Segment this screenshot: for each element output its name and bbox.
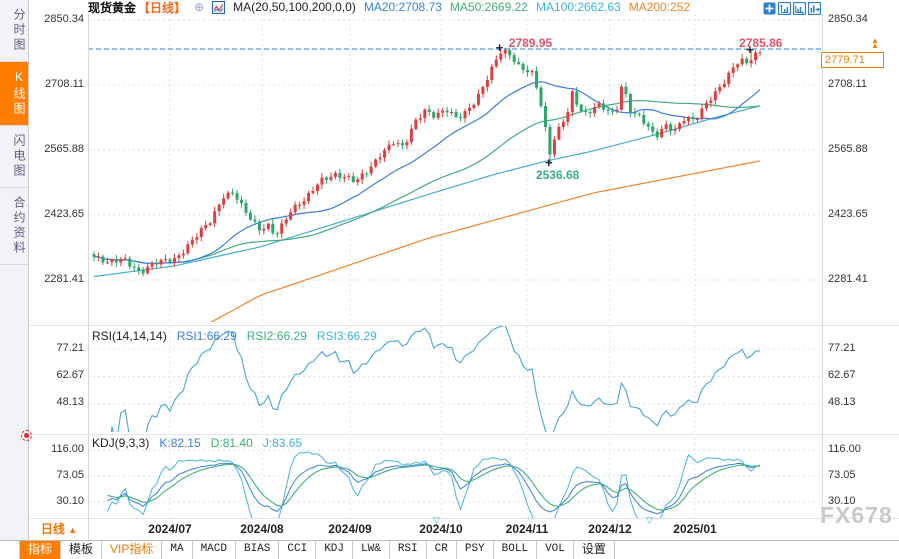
x-tick-label: 2025/01 [663,522,727,536]
kdj-j-value: J:83.65 [263,436,302,450]
bottom-tab[interactable]: BIAS [236,541,279,559]
kdj-tick-label: 30.10 [30,495,84,507]
ma-settings-label: MA(20,50,100,200,0,0) [233,0,356,14]
rsi-header: RSI(14,14,14) RSI1:66.29 RSI2:66.29 RSI3… [92,329,377,343]
kdj-tick-label: 73.05 [828,469,894,481]
price-tick-label: 2281.41 [828,273,894,285]
kdj-tick-label: 116.00 [828,443,894,455]
price-tick-label: 2850.34 [30,13,84,25]
price-up-arrow-icon: ▲ ▲ [871,38,879,48]
watermark: FX678 [820,502,893,529]
timeframe-selector[interactable]: 日线 ▲ [30,518,88,540]
price-tick-label: 2565.88 [30,143,84,155]
bottom-tab[interactable]: CCI [279,541,316,559]
high2-annotation: 2785.86 [739,36,782,50]
price-tick-label: 2423.65 [30,208,84,220]
sidebar-item[interactable]: 分时图 [0,0,28,62]
sidebar-item[interactable]: K线图 [0,62,28,126]
kdj-d-value: D:81.40 [211,436,253,450]
bottom-tab[interactable]: RSI [390,541,427,559]
chart-header: 现货黄金 【日线】 ⊕ MA(20,50,100,200,0,0) MA20:2… [88,0,690,14]
bottom-tab[interactable]: BOLL [494,541,537,559]
x-tick-label: 2024/10 [409,522,473,536]
rsi3-value: RSI3:66.29 [317,329,377,343]
candles-layer [93,48,762,277]
kdj-title[interactable]: KDJ(9,3,3) [92,436,149,450]
bottom-tab[interactable]: 模板 [61,541,102,559]
low-annotation: 2536.68 [536,168,579,182]
period-label[interactable]: 【日线】 [138,0,186,16]
rsi-tick-label: 48.13 [828,396,894,408]
rsi1-value: RSI1:66.29 [177,329,237,343]
ma200-value: MA200:252 [629,0,690,14]
bottom-tab[interactable]: MA [162,541,192,559]
indicator-tabbar: 指标模板VIP指标MAMACDBIASCCIKDJLW&RSICRPSYBOLL… [0,540,899,559]
x-tick-label: 2024/12 [578,522,642,536]
left-sidebar: 分时图K线图闪电图合约资料 [0,0,29,540]
rsi-tick-label: 62.67 [828,369,894,381]
rsi2-value: RSI2:66.29 [247,329,307,343]
rsi-title[interactable]: RSI(14,14,14) [92,329,167,343]
price-tick-label: 2565.88 [828,143,894,155]
scale-x-axis-icon[interactable] [793,2,806,15]
symbol-title: 现货黄金 [88,0,136,16]
indicator-settings-icon[interactable] [21,430,32,441]
ma20-value: MA20:2708.73 [364,0,442,14]
kdj-k-value: K:82.15 [159,436,200,450]
price-tick-label: 2281.41 [30,273,84,285]
rsi-tick-label: 62.67 [30,369,84,381]
bottom-tab[interactable]: CR [427,541,457,559]
bottom-tab[interactable]: PSY [457,541,494,559]
pan-right-icon[interactable] [808,2,821,15]
price-tick-label: 2708.11 [30,78,84,90]
kdj-tick-label: 73.05 [30,469,84,481]
app-root: 分时图K线图闪电图合约资料 现货黄金 【日线】 ⊕ MA(20,50,100,2… [0,0,899,559]
pane-separator [30,518,899,519]
bottom-tab[interactable]: MACD [193,541,236,559]
timeline-event-icon[interactable]: ♡ [527,515,535,525]
x-tick-label: 2024/09 [318,522,382,536]
ma-lines-layer [94,82,760,322]
bottom-tab[interactable]: KDJ [316,541,353,559]
price-tick-label: 2423.65 [828,208,894,220]
candlestick-chart[interactable] [88,14,822,322]
price-tick-label: 2708.11 [828,78,894,90]
kdj-chart[interactable] [88,438,822,518]
rsi-tick-label: 77.21 [828,342,894,354]
timeline-event-icon[interactable]: ▽ [646,515,653,525]
current-price-badge: 2779.71 [821,52,884,68]
x-tick-label: 2024/08 [230,522,294,536]
crosshair-move-icon[interactable] [763,2,776,15]
kdj-tick-label: 116.00 [30,443,84,455]
rsi-tick-label: 77.21 [30,342,84,354]
chart-type-icon[interactable] [212,1,225,14]
bottom-tab[interactable]: VOL [537,541,574,559]
ma100-value: MA100:2662.63 [536,0,621,14]
bottom-tab[interactable]: VIP指标 [102,541,162,559]
bottom-tab[interactable]: LW& [353,541,390,559]
x-tick-label: 2024/07 [138,522,202,536]
pane-separator [30,325,899,326]
scale-y-axis-icon[interactable] [778,2,791,15]
rsi-tick-label: 48.13 [30,396,84,408]
kdj-header: KDJ(9,3,3) K:82.15 D:81.40 J:83.65 [92,436,302,450]
sidebar-item[interactable]: 合约资料 [0,188,28,265]
timeline-event-icon[interactable]: ▽ [433,515,440,525]
low-cross-marker: + [545,157,553,168]
high1-cross-marker: + [496,42,504,53]
plot-right-border [822,14,823,518]
bottom-tab[interactable]: 设置 [574,541,615,559]
ma50-value: MA50:2669.22 [450,0,528,14]
pane-separator [30,434,899,435]
bottom-tab[interactable]: 指标 [20,541,61,559]
sidebar-item[interactable]: 闪电图 [0,126,28,188]
chart-toolbar [763,2,821,15]
high1-annotation: 2789.95 [509,36,552,50]
add-overlay-icon[interactable]: ⊕ [194,1,204,13]
plot-left-border [88,14,89,540]
tabbar-spacer [0,541,20,559]
price-tick-label: 2850.34 [828,13,894,25]
